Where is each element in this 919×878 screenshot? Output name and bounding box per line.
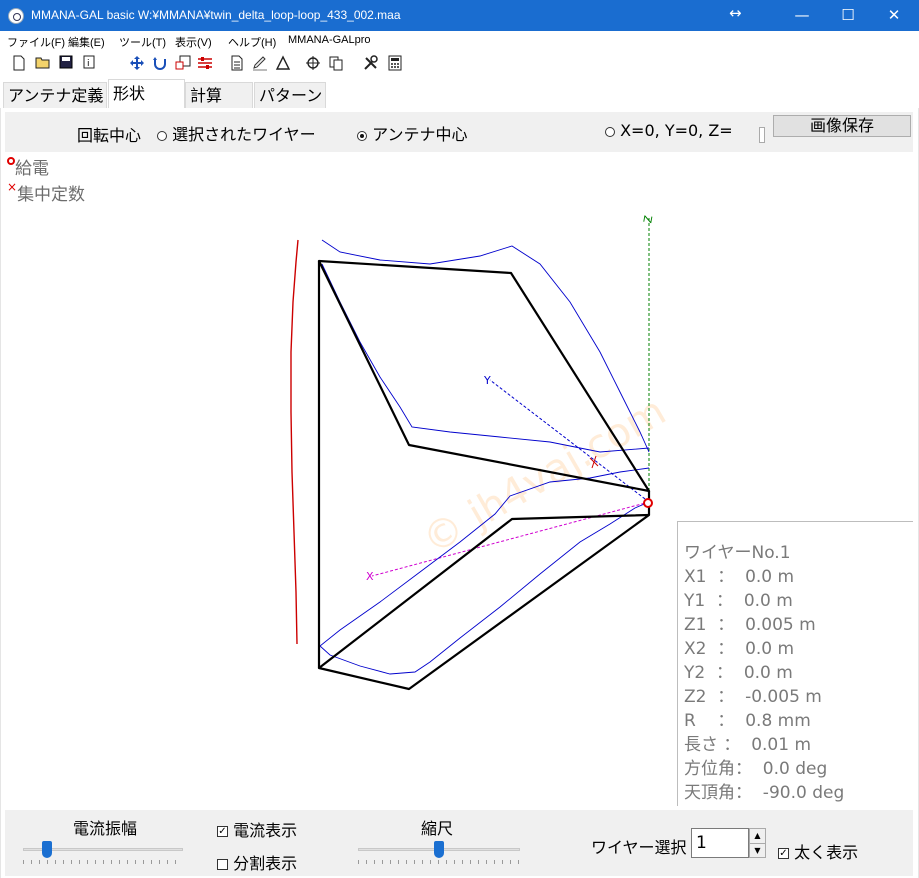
rotation-center-bar: 回転中心 選択されたワイヤー アンテナ中心 X=0, Y=0, Z= 画像保存 bbox=[5, 112, 913, 152]
axis-z-label: Z bbox=[641, 214, 655, 224]
scale-label: 縮尺 bbox=[421, 819, 454, 838]
toolbar: i bbox=[0, 52, 919, 76]
crosshair-icon[interactable] bbox=[304, 55, 322, 73]
checkbox-box[interactable]: ✓ bbox=[217, 826, 228, 837]
bold-display-checkbox[interactable]: ✓ 太く表示 bbox=[778, 839, 858, 863]
zoom-icon[interactable] bbox=[174, 55, 192, 73]
svg-text:i: i bbox=[87, 59, 90, 69]
checkbox-box[interactable] bbox=[217, 859, 228, 870]
drag-handle-icon[interactable]: ↔ bbox=[729, 4, 742, 22]
antenna-wires bbox=[317, 259, 651, 691]
wire-select-label: ワイヤー選択 bbox=[591, 838, 687, 857]
radio-circle[interactable] bbox=[605, 126, 615, 137]
menu-help[interactable]: ヘルプ(H) bbox=[228, 34, 276, 50]
window-title: MMANA-GAL basic W:¥MMANA¥twin_delta_loop… bbox=[31, 8, 401, 22]
wire-info-radius: R ： 0.8 mm bbox=[684, 711, 811, 731]
menu-edit[interactable]: 編集(E) bbox=[68, 34, 105, 50]
wire-info-x2: X2 ： 0.0 m bbox=[684, 639, 795, 659]
current-amplitude-thumb[interactable] bbox=[42, 841, 52, 858]
menu-view[interactable]: 表示(V) bbox=[175, 34, 212, 50]
wire-info-y2: Y2 ： 0.0 m bbox=[684, 663, 793, 683]
wire-select-spinner[interactable]: ▲ ▼ bbox=[749, 828, 766, 858]
wire-info-z2: Z2 ： -0.005 m bbox=[684, 687, 822, 707]
move-arrows-icon[interactable] bbox=[128, 55, 146, 73]
radio-selected-wire-label: 選択されたワイヤー bbox=[172, 125, 316, 144]
menu-mmana-gal-pro[interactable]: MMANA-GALpro bbox=[288, 34, 371, 46]
show-segments-checkbox[interactable]: 分割表示 bbox=[217, 850, 297, 874]
wire-info-z1: Z1 ： 0.005 m bbox=[684, 615, 816, 635]
axis-x-label: X bbox=[366, 570, 374, 583]
document-icon[interactable] bbox=[228, 55, 246, 73]
spin-up-icon[interactable]: ▲ bbox=[750, 829, 765, 844]
pen-icon[interactable] bbox=[251, 55, 269, 73]
show-segments-label: 分割表示 bbox=[233, 854, 298, 873]
save-image-button[interactable]: 画像保存 bbox=[773, 115, 911, 137]
minimize-button[interactable]: — bbox=[779, 0, 825, 31]
tools-icon[interactable] bbox=[362, 55, 380, 73]
spin-down-icon[interactable]: ▼ bbox=[750, 844, 765, 858]
ground-line bbox=[290, 239, 299, 645]
wire-select-input[interactable]: 1 bbox=[691, 828, 749, 858]
bottom-controls: 電流振幅 ✓ 電流表示 分割表示 縮尺 ワイヤー選択 1 ▲ ▼ ✓ 太く表示 bbox=[5, 810, 913, 876]
title-bar[interactable]: MMANA-GAL basic W:¥MMANA¥twin_delta_loop… bbox=[0, 0, 919, 31]
sliders-icon[interactable] bbox=[196, 55, 214, 73]
tab-strip: アンテナ定義 形状 計算 パターン bbox=[0, 78, 919, 109]
radio-antenna-center-label: アンテナ中心 bbox=[372, 125, 468, 144]
radio-antenna-center[interactable]: アンテナ中心 bbox=[357, 121, 467, 145]
menu-tools[interactable]: ツール(T) bbox=[119, 34, 166, 50]
show-current-checkbox[interactable]: ✓ 電流表示 bbox=[217, 817, 297, 841]
rotation-center-label: 回転中心 bbox=[77, 126, 142, 145]
watermark: © jh4vaj.com bbox=[415, 388, 674, 564]
tab-pattern[interactable]: パターン bbox=[254, 82, 326, 108]
radio-circle-checked[interactable] bbox=[357, 130, 367, 141]
radio-xyz-label: X=0, Y=0, Z= bbox=[620, 121, 733, 140]
tab-calculation[interactable]: 計算 bbox=[185, 82, 253, 108]
calculator-icon[interactable] bbox=[386, 55, 404, 73]
current-amplitude-label: 電流振幅 bbox=[73, 819, 138, 838]
wire-info-x1: X1 ： 0.0 m bbox=[684, 567, 795, 587]
info-icon[interactable]: i bbox=[80, 55, 98, 73]
axis-y-label: Y bbox=[483, 374, 491, 387]
rotate-icon[interactable] bbox=[151, 55, 169, 73]
wire-info-zenith: 天頂角： -90.0 deg bbox=[684, 783, 845, 803]
radio-xyz[interactable]: X=0, Y=0, Z= bbox=[605, 121, 733, 140]
lower-loop-wire bbox=[317, 513, 651, 691]
copy-icon[interactable] bbox=[327, 55, 345, 73]
show-current-label: 電流表示 bbox=[233, 821, 298, 840]
menu-bar: ファイル(F) 編集(E) ツール(T) 表示(V) ヘルプ(H) MMANA-… bbox=[0, 31, 919, 51]
bold-display-label: 太く表示 bbox=[794, 843, 859, 862]
app-icon[interactable] bbox=[8, 8, 24, 24]
wire-info-length: 長さ ： 0.01 m bbox=[684, 735, 812, 755]
xyz-input[interactable] bbox=[759, 127, 765, 143]
wire-info-y1: Y1 ： 0.0 m bbox=[684, 591, 793, 611]
tab-shape[interactable]: 形状 bbox=[108, 79, 185, 109]
new-file-icon[interactable] bbox=[10, 55, 28, 73]
maximize-button[interactable]: ☐ bbox=[825, 0, 871, 31]
scale-ticks bbox=[358, 860, 520, 864]
wire-info-azimuth: 方位角： 0.0 deg bbox=[684, 759, 828, 779]
wire-info-panel: ワイヤーNo.1 X1 ： 0.0 m Y1 ： 0.0 m Z1 ： 0.00… bbox=[677, 521, 913, 806]
save-disk-icon[interactable] bbox=[57, 55, 75, 73]
radio-selected-wire[interactable]: 選択されたワイヤー bbox=[157, 121, 316, 145]
open-folder-icon[interactable] bbox=[34, 55, 52, 73]
tab-antenna-definition[interactable]: アンテナ定義 bbox=[3, 82, 107, 108]
wire-info-title: ワイヤーNo.1 bbox=[684, 543, 791, 563]
checkbox-box[interactable]: ✓ bbox=[778, 848, 789, 859]
feed-point-marker bbox=[643, 498, 653, 508]
radio-circle[interactable] bbox=[157, 130, 167, 141]
triangle-icon[interactable] bbox=[274, 55, 292, 73]
menu-file[interactable]: ファイル(F) bbox=[7, 34, 65, 50]
current-amplitude-ticks bbox=[23, 860, 183, 864]
close-button[interactable]: ✕ bbox=[871, 0, 917, 31]
scale-thumb[interactable] bbox=[434, 841, 444, 858]
